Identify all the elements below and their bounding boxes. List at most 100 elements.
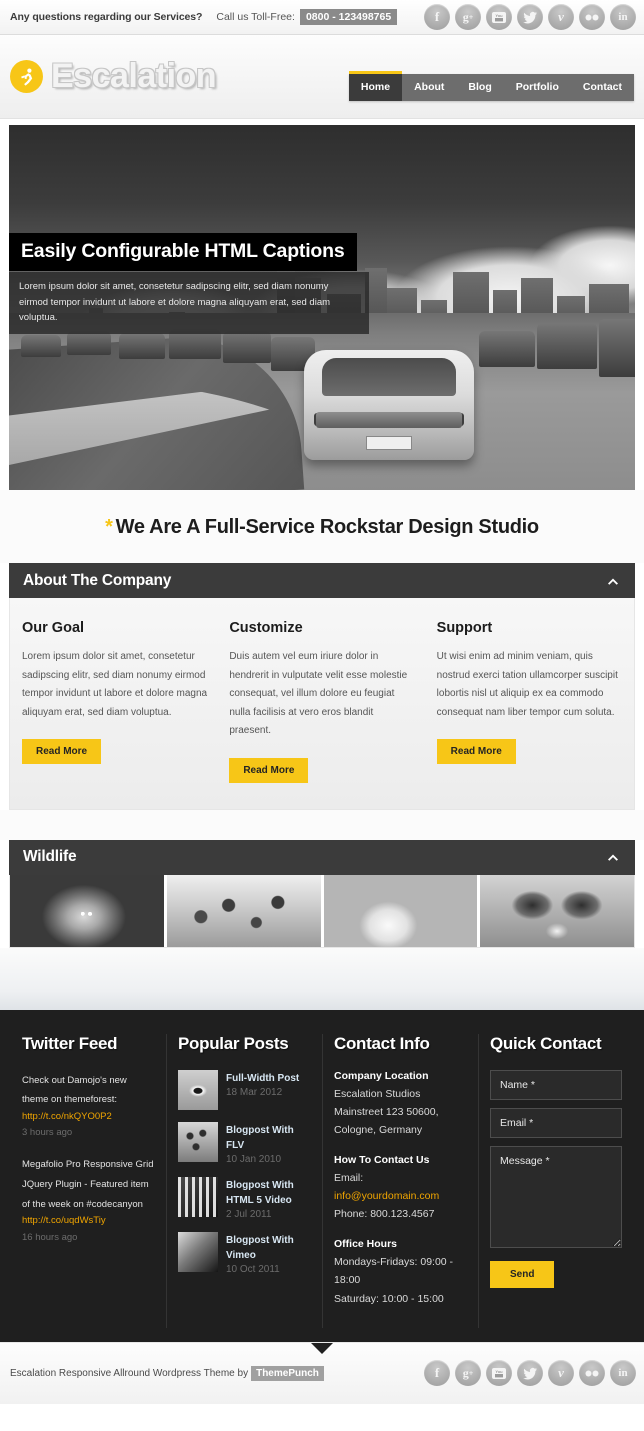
company-location-line: Mainstreet 123 50600,: [334, 1105, 439, 1118]
email-link[interactable]: info@yourdomain.com: [334, 1187, 466, 1205]
office-hours-line: Mondays-Fridays: 09:00 - 18:00: [334, 1255, 454, 1287]
twitter-feed-heading: Twitter Feed: [22, 1033, 118, 1053]
scroll-to-top-pointer[interactable]: [311, 1342, 333, 1354]
message-field[interactable]: [490, 1145, 622, 1248]
linkedin-icon[interactable]: in: [610, 4, 636, 30]
topbar-question: Any questions regarding our Services?: [10, 11, 203, 23]
hero-slider[interactable]: Easily Configurable HTML Captions Lorem …: [9, 125, 635, 490]
flickr-icon[interactable]: [579, 1360, 605, 1387]
topbar-phone-number[interactable]: 0800 - 123498765: [299, 9, 398, 25]
topbar-call-label: Call us Toll-Free:: [216, 11, 295, 23]
wildlife-thumb-butterfly[interactable]: [480, 874, 634, 947]
post-title[interactable]: Blogpost With FLV: [226, 1123, 310, 1153]
nav-item-blog[interactable]: Blog: [456, 74, 503, 101]
office-hours-block: Office Hours Mondays-Fridays: 09:00 - 18…: [334, 1238, 466, 1308]
wildlife-thumb-giraffe[interactable]: [166, 874, 324, 947]
facebook-icon[interactable]: f: [424, 1360, 450, 1387]
tagline-text: We Are A Full-Service Rockstar Design St…: [115, 516, 540, 538]
quick-contact-heading: Quick Contact: [490, 1033, 602, 1053]
name-field[interactable]: [490, 1069, 622, 1100]
nav-item-contact[interactable]: Contact: [571, 74, 634, 101]
post-date: 10 Jan 2010: [226, 1153, 282, 1165]
tweet-text: Check out Damojo's new theme on themefor…: [22, 1074, 127, 1106]
vimeo-icon[interactable]: v: [548, 4, 574, 30]
phone-line: Phone: 800.123.4567: [334, 1208, 435, 1221]
youtube-icon[interactable]: You: [486, 1360, 512, 1387]
svg-text:You: You: [495, 1369, 503, 1374]
chevron-up-icon[interactable]: [605, 573, 621, 589]
popular-post-item[interactable]: Full-Width Post 18 Mar 2012: [178, 1069, 310, 1110]
how-to-contact-block: How To Contact Us Email: info@yourdomain…: [334, 1154, 466, 1224]
twitter-icon[interactable]: [517, 1360, 543, 1387]
office-hours-line: Saturday: 10:00 - 15:00: [334, 1292, 444, 1305]
tweet-item: Check out Damojo's new theme on themefor…: [22, 1070, 154, 1139]
post-date: 10 Oct 2011: [226, 1263, 280, 1275]
footer-column-popular-posts: Popular Posts Full-Width Post 18 Mar 201…: [166, 1033, 322, 1329]
chevron-up-icon[interactable]: [605, 849, 621, 865]
svg-text:You: You: [495, 13, 503, 18]
popular-post-item[interactable]: Blogpost With FLV 10 Jan 2010: [178, 1121, 310, 1165]
facebook-icon[interactable]: f: [424, 4, 450, 30]
copyright-text: Escalation Responsive Allround Wordpress…: [10, 1367, 249, 1379]
read-more-button-customize[interactable]: Read More: [229, 757, 309, 783]
hero-caption: Easily Configurable HTML Captions Lorem …: [9, 233, 369, 335]
contact-info-heading: Contact Info: [334, 1033, 430, 1053]
hero-car-plate: [366, 436, 412, 450]
footer-fade-strip: [0, 947, 644, 1010]
footer-column-contact-info: Contact Info Company Location Escalation…: [322, 1033, 478, 1329]
about-panel-title: About The Company: [23, 571, 172, 589]
column-title: Support: [436, 620, 493, 636]
post-title[interactable]: Blogpost With Vimeo: [226, 1233, 310, 1263]
wildlife-panel-header[interactable]: Wildlife: [9, 839, 635, 875]
post-meta: Blogpost With HTML 5 Video 2 Jul 2011: [226, 1177, 310, 1220]
popular-post-item[interactable]: Blogpost With Vimeo 10 Oct 2011: [178, 1231, 310, 1275]
column-body: Duis autem vel eum iriure dolor in hendr…: [229, 651, 408, 736]
twitter-icon[interactable]: [517, 4, 543, 30]
bottombar-social-links: f g + You v in: [424, 1360, 636, 1387]
tagline-section: * We Are A Full-Service Rockstar Design S…: [0, 490, 644, 563]
post-meta: Full-Width Post 18 Mar 2012: [226, 1070, 299, 1110]
column-title: Our Goal: [22, 620, 85, 636]
read-more-button-our-goal[interactable]: Read More: [22, 739, 102, 764]
about-column-support: Support Ut wisi enim ad minim veniam, qu…: [436, 620, 622, 783]
about-column-our-goal: Our Goal Lorem ipsum dolor sit amet, con…: [22, 620, 207, 783]
post-title[interactable]: Blogpost With HTML 5 Video: [226, 1178, 310, 1208]
nav-item-home[interactable]: Home: [348, 71, 403, 101]
popular-post-item[interactable]: Blogpost With HTML 5 Video 2 Jul 2011: [178, 1176, 310, 1220]
read-more-button-support[interactable]: Read More: [436, 739, 516, 764]
page-tagline: * We Are A Full-Service Rockstar Design S…: [0, 516, 644, 539]
column-body: Ut wisi enim ad minim veniam, quis nostr…: [436, 651, 618, 718]
about-panel-header[interactable]: About The Company: [9, 563, 635, 598]
company-location-line: Escalation Studios: [334, 1087, 421, 1100]
tweet-link[interactable]: http://t.co/nkQYO0P2: [22, 1109, 154, 1126]
email-field[interactable]: [490, 1107, 622, 1138]
themepunch-brand-badge[interactable]: ThemePunch: [251, 1365, 324, 1381]
company-location-line: Cologne, Germany: [334, 1124, 423, 1137]
site-header: Escalation Home About Blog Portfolio Con…: [0, 35, 644, 119]
wildlife-thumb-lion[interactable]: [10, 874, 167, 947]
post-title[interactable]: Full-Width Post: [226, 1071, 299, 1086]
linkedin-icon[interactable]: in: [610, 1360, 636, 1387]
hero-caption-text: Lorem ipsum dolor sit amet, consetetur s…: [9, 272, 369, 335]
send-button[interactable]: Send: [490, 1260, 555, 1288]
vimeo-icon[interactable]: v: [548, 1360, 574, 1387]
nav-item-portfolio[interactable]: Portfolio: [504, 74, 571, 101]
about-panel: About The Company Our Goal Lorem ipsum d…: [9, 563, 635, 810]
tweet-link[interactable]: http://t.co/uqdWsTiy: [22, 1213, 154, 1230]
nav-item-about[interactable]: About: [402, 74, 456, 101]
logo-text: Escalation: [51, 57, 217, 95]
office-hours-label: Office Hours: [334, 1237, 398, 1250]
site-logo[interactable]: Escalation: [10, 57, 217, 96]
site-footer: Twitter Feed Check out Damojo's new them…: [0, 1009, 644, 1342]
tweet-timestamp: 3 hours ago: [22, 1127, 73, 1139]
googleplus-icon[interactable]: g +: [455, 4, 481, 30]
wildlife-thumb-egret[interactable]: [323, 874, 481, 947]
youtube-icon[interactable]: You: [486, 4, 512, 30]
flickr-icon[interactable]: [579, 4, 605, 30]
post-thumbnail-film: [178, 1176, 218, 1217]
tweet-item: Megafolio Pro Responsive Grid JQuery Plu…: [22, 1154, 154, 1243]
googleplus-icon[interactable]: g +: [455, 1360, 481, 1387]
wildlife-panel-title: Wildlife: [23, 848, 77, 865]
wildlife-gallery: [9, 874, 635, 948]
topbar-social-links: f g + You v in: [424, 4, 636, 30]
